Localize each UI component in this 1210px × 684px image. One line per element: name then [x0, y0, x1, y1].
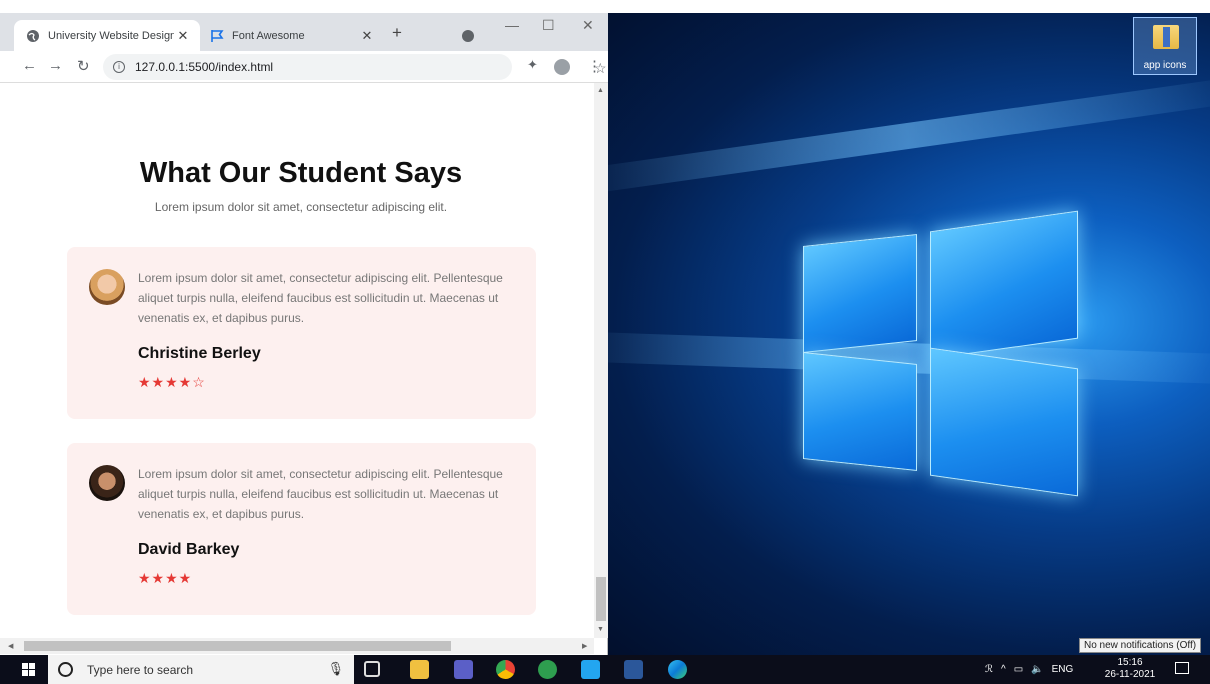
chevron-up-icon[interactable]: ^ [1001, 664, 1006, 675]
close-icon[interactable]: ✕ [358, 28, 376, 44]
extensions-icon[interactable]: ✦ [527, 57, 538, 73]
tab-font-awesome[interactable]: Font Awesome ✕ [204, 20, 384, 51]
tab-title: Font Awesome [232, 29, 305, 42]
star-rating: ★★★★ [138, 570, 193, 586]
avatar [89, 465, 125, 501]
word-icon[interactable] [624, 660, 643, 679]
close-icon[interactable]: ✕ [174, 28, 192, 44]
horizontal-scroll-thumb[interactable] [24, 641, 451, 651]
window-logo-pane [930, 210, 1078, 360]
testimonial-text: Lorem ipsum dolor sit amet, consectetur … [138, 467, 503, 521]
minimize-icon[interactable]: — [505, 17, 519, 33]
vertical-scroll-thumb[interactable] [596, 577, 606, 621]
browser-toolbar: ← → ↻ i 127.0.0.1:5500/index.html ☆ ✦ ⋮ [0, 51, 608, 83]
taskbar: Type here to search 🎙 ℛ ^ ▭ 🔈 ENG 15:16 … [0, 655, 1210, 684]
notification-tooltip: No new notifications (Off) [1079, 638, 1202, 653]
edge-icon[interactable] [668, 660, 687, 679]
teams-icon[interactable] [454, 660, 473, 679]
chrome-icon[interactable] [496, 660, 515, 679]
testimonial-name: Christine Berley [138, 345, 261, 362]
tab-university-website[interactable]: University Website Design ✕ [14, 20, 200, 51]
testimonial-card: Lorem ipsum dolor sit amet, consectetur … [67, 443, 536, 615]
system-tray: ℛ ^ ▭ 🔈 ENG [985, 655, 1073, 684]
people-icon[interactable]: ℛ [985, 664, 993, 675]
tab-title: University Website Design [48, 29, 174, 42]
testimonial-text: Lorem ipsum dolor sit amet, consectetur … [138, 271, 503, 325]
clock-time: 15:16 [1117, 657, 1143, 668]
scroll-down-icon[interactable]: ▼ [597, 626, 604, 633]
testimonial-name: David Barkey [138, 541, 240, 558]
globe-icon [26, 29, 40, 43]
file-explorer-icon[interactable] [410, 660, 429, 679]
page-subtitle: Lorem ipsum dolor sit amet, consectetur … [154, 200, 448, 214]
vscode-icon[interactable] [581, 660, 600, 679]
taskbar-search-input[interactable]: Type here to search 🎙 [48, 655, 354, 684]
desktop-icon-label: app icons [1143, 60, 1187, 71]
back-icon[interactable]: ← [22, 57, 37, 74]
tab-search-icon[interactable] [462, 30, 474, 42]
clock[interactable]: 15:16 26-11-2021 [1103, 657, 1157, 681]
menu-kebab-icon[interactable]: ⋮ [587, 57, 602, 75]
star-rating: ★★★★☆ [138, 374, 206, 390]
network-icon[interactable]: ▭ [1014, 664, 1023, 675]
horizontal-scrollbar[interactable]: ◀ ▶ [0, 638, 594, 654]
flag-icon [210, 29, 224, 43]
scroll-up-icon[interactable]: ▲ [597, 87, 604, 94]
testimonial-card: Lorem ipsum dolor sit amet, consectetur … [67, 247, 536, 419]
info-icon[interactable]: i [113, 61, 125, 73]
light-beam [608, 75, 1210, 197]
maximize-icon[interactable]: ☐ [542, 17, 555, 34]
language-indicator[interactable]: ENG [1052, 664, 1074, 675]
notifications-icon[interactable] [1175, 662, 1189, 674]
scroll-left-icon[interactable]: ◀ [8, 642, 13, 650]
scroll-right-icon[interactable]: ▶ [582, 642, 587, 650]
browser-window: University Website Design ✕ Font Awesome… [0, 13, 608, 655]
desktop-wallpaper: app icons [608, 13, 1210, 655]
page-title: What Our Student Says [139, 157, 463, 189]
volume-icon[interactable]: 🔈 [1031, 664, 1043, 675]
microphone-icon[interactable]: 🎙 [327, 661, 344, 677]
avatar [89, 269, 125, 305]
address-bar[interactable]: i 127.0.0.1:5500/index.html ☆ [103, 54, 607, 80]
cortana-icon [58, 662, 73, 677]
window-logo-pane [803, 234, 917, 353]
reload-icon[interactable]: ↻ [77, 57, 90, 75]
task-view-icon[interactable] [364, 661, 380, 677]
chat-app-icon[interactable] [538, 660, 557, 679]
window-logo-pane [930, 347, 1078, 497]
folder-icon [1153, 25, 1179, 49]
profile-avatar-icon[interactable] [554, 59, 570, 75]
window-logo-pane [803, 352, 917, 471]
forward-icon[interactable]: → [48, 57, 63, 74]
new-tab-button[interactable]: + [392, 23, 402, 43]
vertical-scrollbar[interactable]: ▲ ▼ [594, 83, 608, 638]
close-window-icon[interactable]: ✕ [582, 17, 594, 34]
windows-start-icon[interactable] [22, 663, 35, 676]
desktop-folder-icon[interactable]: app icons [1133, 17, 1197, 75]
page-content: What Our Student Says Lorem ipsum dolor … [0, 83, 594, 638]
url-text: 127.0.0.1:5500/index.html [135, 60, 274, 74]
tab-bar: University Website Design ✕ Font Awesome… [0, 13, 608, 51]
clock-date: 26-11-2021 [1104, 669, 1156, 680]
search-placeholder: Type here to search [87, 662, 194, 677]
